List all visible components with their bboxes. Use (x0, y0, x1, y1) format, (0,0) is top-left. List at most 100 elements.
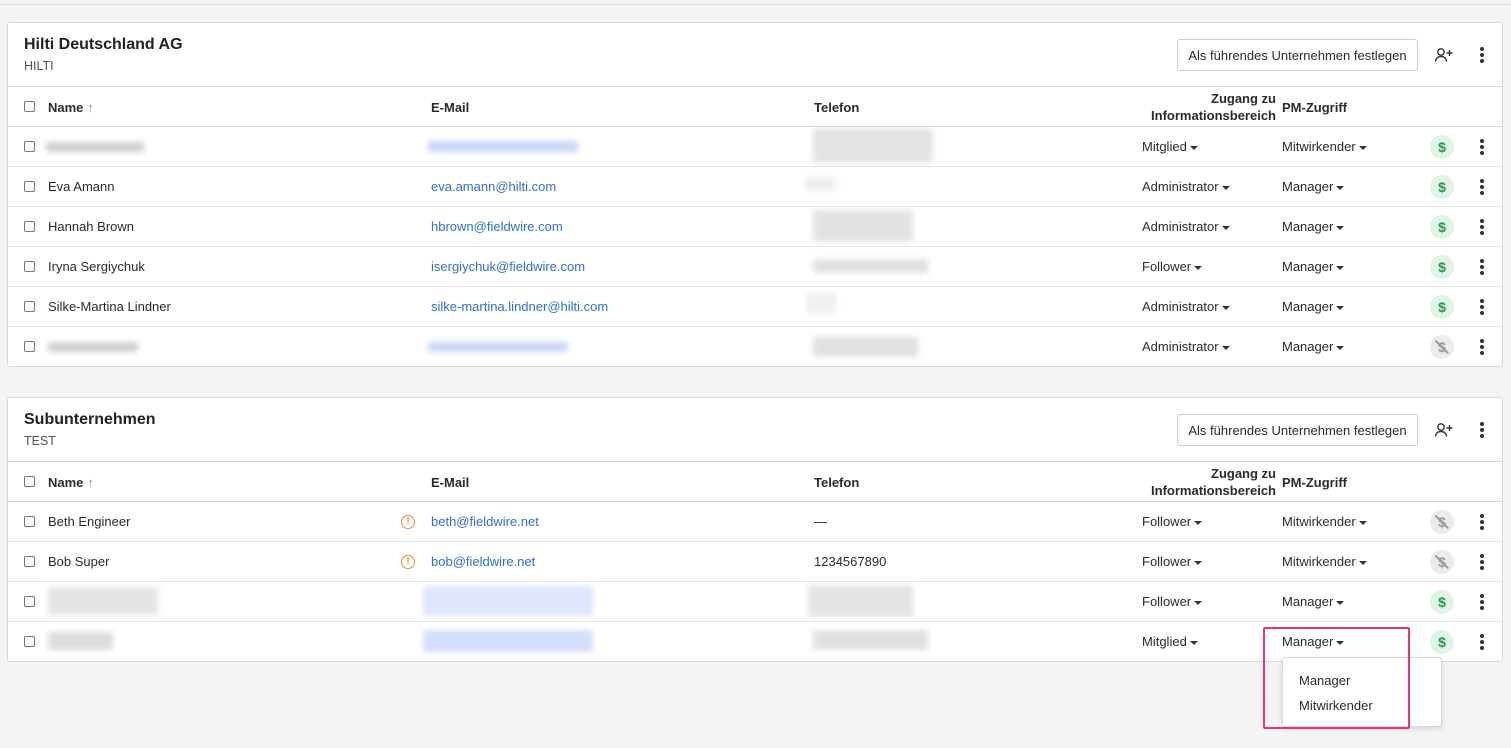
access-dropdown[interactable]: Administrator (1142, 299, 1230, 314)
caret-down-icon (1336, 600, 1345, 605)
pm-dropdown[interactable]: Mitwirkender (1282, 139, 1367, 154)
name-column-header[interactable]: Name ↑ (48, 475, 94, 490)
redacted-phone (806, 293, 836, 313)
row-menu-icon[interactable] (1470, 255, 1494, 279)
redacted-phone (813, 129, 933, 163)
caret-down-icon (1194, 265, 1203, 270)
access-dropdown[interactable]: Follower (1142, 259, 1203, 274)
row-checkbox[interactable] (24, 181, 35, 192)
redacted-phone (813, 210, 913, 242)
row-checkbox[interactable] (24, 301, 35, 312)
pm-access-column-header: PM-Zugriff (1282, 100, 1347, 115)
pm-dropdown[interactable]: Mitwirkender (1282, 554, 1367, 569)
name-column-header[interactable]: Name ↑ (48, 100, 94, 115)
caret-down-icon (1358, 520, 1367, 525)
access-dropdown[interactable]: Mitglied (1142, 139, 1198, 154)
access-dropdown[interactable]: Follower (1142, 554, 1203, 569)
member-phone: — (814, 514, 827, 529)
member-email-link[interactable]: isergiychuk@fieldwire.com (431, 259, 585, 274)
row-menu-icon[interactable] (1470, 590, 1494, 614)
row-checkbox[interactable] (24, 341, 35, 352)
access-dropdown[interactable]: Mitglied (1142, 634, 1198, 649)
row-menu-icon[interactable] (1470, 510, 1494, 534)
pm-dropdown[interactable]: Manager (1282, 339, 1345, 354)
caret-down-icon (1189, 145, 1198, 150)
row-checkbox[interactable] (24, 516, 35, 527)
dollar-strike-icon[interactable]: $ (1430, 510, 1454, 534)
table-row: Beth Engineer ! beth@fieldwire.net — Fol… (8, 502, 1502, 542)
access-dropdown[interactable]: Administrator (1142, 339, 1230, 354)
dollar-icon[interactable]: $ (1430, 175, 1454, 199)
dollar-icon[interactable]: $ (1430, 255, 1454, 279)
member-email-link[interactable]: beth@fieldwire.net (431, 514, 539, 529)
sort-arrow-up-icon: ↑ (87, 475, 94, 490)
access-dropdown[interactable]: Follower (1142, 514, 1203, 529)
row-menu-icon[interactable] (1470, 135, 1494, 159)
dollar-icon[interactable]: $ (1430, 630, 1454, 654)
select-all-checkbox[interactable] (24, 101, 35, 112)
dollar-icon[interactable]: $ (1430, 135, 1454, 159)
caret-down-icon (1189, 640, 1198, 645)
access-dropdown[interactable]: Administrator (1142, 219, 1230, 234)
member-email-link[interactable]: hbrown@fieldwire.com (431, 219, 563, 234)
pm-dropdown[interactable]: Manager (1282, 219, 1345, 234)
member-name: Iryna Sergiychuk (48, 259, 145, 274)
pm-dropdown[interactable]: Manager (1282, 594, 1345, 609)
set-lead-company-button[interactable]: Als führendes Unternehmen festlegen (1177, 414, 1418, 446)
pm-dropdown[interactable]: Manager (1282, 179, 1345, 194)
row-checkbox[interactable] (24, 596, 35, 607)
company-card-hilti: Hilti Deutschland AG HILTI Als führendes… (7, 22, 1503, 367)
dropdown-option-manager[interactable]: Manager (1299, 673, 1350, 688)
row-checkbox[interactable] (24, 636, 35, 647)
table-row: Bob Super ! bob@fieldwire.net 1234567890… (8, 542, 1502, 582)
member-name: Beth Engineer (48, 514, 131, 529)
row-menu-icon[interactable] (1470, 295, 1494, 319)
dollar-icon[interactable]: $ (1430, 295, 1454, 319)
add-user-button[interactable] (1432, 418, 1456, 442)
access-column-header: Zugang zu Informationsbereich (1151, 91, 1276, 123)
redacted-name (48, 587, 158, 615)
dollar-icon[interactable]: $ (1430, 590, 1454, 614)
access-dropdown[interactable]: Follower (1142, 594, 1203, 609)
pm-dropdown[interactable]: Mitwirkender (1282, 514, 1367, 529)
table-header: Name ↑ E-Mail Telefon Zugang zu Informatio… (8, 87, 1502, 127)
row-checkbox[interactable] (24, 221, 35, 232)
table-header: Name ↑ E-Mail Telefon Zugang zu Informatio… (8, 462, 1502, 502)
caret-down-icon (1336, 640, 1345, 645)
pm-dropdown[interactable]: Manager (1282, 259, 1345, 274)
set-lead-company-button[interactable]: Als führendes Unternehmen festlegen (1177, 39, 1418, 71)
access-dropdown[interactable]: Administrator (1142, 179, 1230, 194)
table-row: Silke-Martina Lindner silke-martina.lind… (8, 287, 1502, 327)
company-menu-icon[interactable] (1470, 418, 1494, 442)
dollar-strike-icon[interactable]: $ (1430, 335, 1454, 359)
row-menu-icon[interactable] (1470, 630, 1494, 654)
add-user-button[interactable] (1432, 43, 1456, 67)
row-menu-icon[interactable] (1470, 550, 1494, 574)
pm-dropdown[interactable]: Manager (1282, 299, 1345, 314)
dollar-strike-icon[interactable]: $ (1430, 550, 1454, 574)
member-email-link[interactable]: silke-martina.lindner@hilti.com (431, 299, 608, 314)
phone-column-header: Telefon (814, 475, 860, 490)
company-header: Subunternehmen TEST Als führendes Untern… (8, 398, 1502, 462)
caret-down-icon (1336, 225, 1345, 230)
member-name: Eva Amann (48, 179, 115, 194)
company-menu-icon[interactable] (1470, 43, 1494, 67)
caret-down-icon (1221, 185, 1230, 190)
access-column-header: Zugang zu Informationsbereich (1151, 466, 1276, 498)
dollar-icon[interactable]: $ (1430, 215, 1454, 239)
select-all-checkbox[interactable] (24, 476, 35, 487)
caret-down-icon (1358, 560, 1367, 565)
row-checkbox[interactable] (24, 556, 35, 567)
table-row: Iryna Sergiychuk isergiychuk@fieldwire.c… (8, 247, 1502, 287)
redacted-email (423, 630, 593, 652)
row-checkbox[interactable] (24, 261, 35, 272)
pm-dropdown-open[interactable]: Manager (1282, 634, 1345, 649)
person-plus-icon (1434, 423, 1453, 437)
row-menu-icon[interactable] (1470, 215, 1494, 239)
dropdown-option-mitwirkender[interactable]: Mitwirkender (1299, 698, 1373, 713)
row-menu-icon[interactable] (1470, 175, 1494, 199)
member-email-link[interactable]: eva.amann@hilti.com (431, 179, 556, 194)
row-menu-icon[interactable] (1470, 335, 1494, 359)
row-checkbox[interactable] (24, 141, 35, 152)
member-email-link[interactable]: bob@fieldwire.net (431, 554, 535, 569)
